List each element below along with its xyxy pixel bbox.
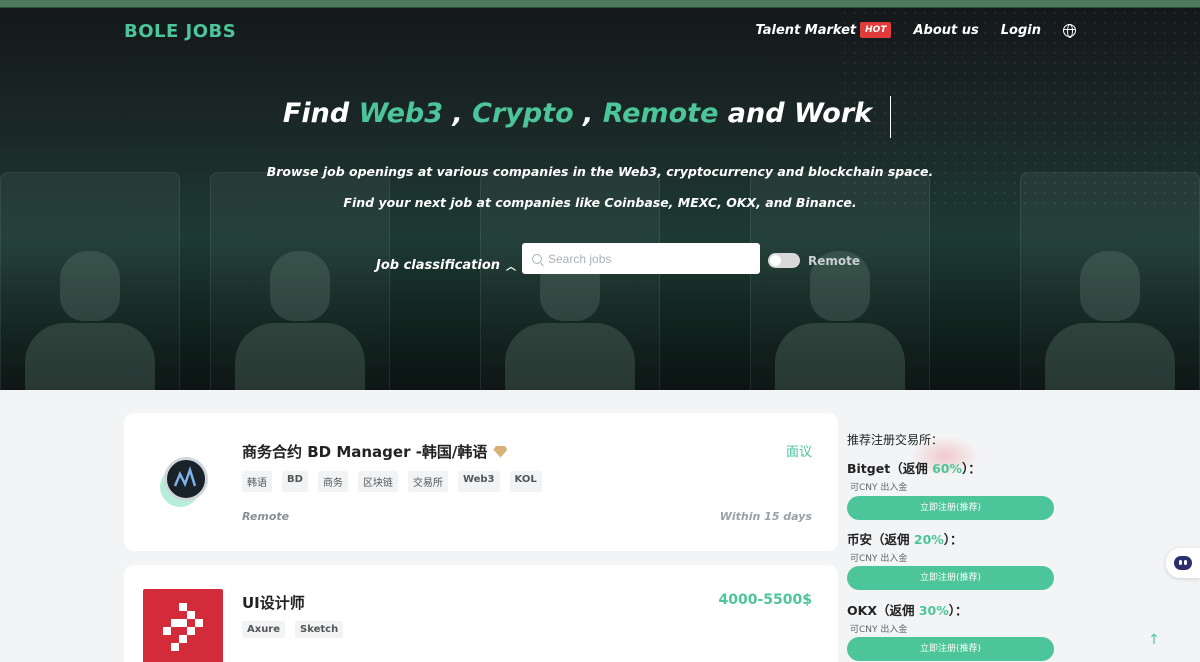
hero-title-web3: Web3 [358, 98, 444, 129]
job-title[interactable]: UI设计师 [242, 592, 305, 613]
nav-talent-market-label: Talent Market [755, 22, 857, 38]
exchange-bitget-name: Bitget（返佣 60%）： [847, 458, 981, 477]
hero-description: Browse job openings at various companies… [266, 164, 934, 210]
job-tag: 商务 [317, 471, 348, 492]
hero-title-crypto: Crypto [472, 98, 574, 129]
person-silhouette-icon [235, 251, 365, 390]
job-title[interactable]: 商务合约 BD Manager -韩国/韩语 [242, 441, 508, 462]
company-logo [164, 457, 208, 501]
hero-silhouette-card [0, 172, 180, 390]
diamond-icon [493, 445, 508, 458]
remote-toggle-label: Remote [808, 254, 861, 268]
job-tag: 韩语 [242, 471, 272, 492]
job-tag: Axure [242, 621, 286, 638]
nav-talent-market[interactable]: Talent Market HOT [755, 22, 892, 38]
hero-silhouette-card [1020, 172, 1200, 390]
exchange-sub-note: 可CNY 出入金 [850, 554, 908, 564]
exchange-name: 币安 [847, 532, 873, 547]
exchange-binance-name: 币安（返佣 20%）： [847, 529, 963, 548]
hero-title-remote: Remote [602, 98, 719, 129]
nav-about-us[interactable]: About us [913, 23, 978, 38]
exchange-rebate-suffix: ）： [961, 461, 981, 476]
job-tags: Axure Sketch [242, 621, 344, 638]
exchange-name: OKX [847, 603, 877, 618]
person-silhouette-icon [1045, 251, 1175, 390]
search-input[interactable] [548, 251, 748, 266]
remote-toggle[interactable] [768, 253, 800, 268]
hero-title-find: Find [282, 98, 350, 129]
job-classification-dropdown[interactable]: Job classification ︿ [376, 258, 516, 273]
job-card[interactable]: 商务合约 BD Manager -韩国/韩语 面议 韩语 BD 商务 区块链 交… [124, 413, 838, 551]
exchange-name: Bitget [847, 461, 891, 476]
register-bitget-button[interactable]: 立即注册(推荐) [847, 496, 1054, 520]
search-icon [532, 253, 542, 264]
job-tag: BD [282, 471, 308, 492]
hero-title: Find Web3 , Crypto , Remote and Work [0, 98, 1155, 129]
pixel-arrow-logo-icon [163, 603, 203, 651]
register-okx-button[interactable]: 立即注册(推荐) [847, 637, 1054, 661]
hero-title-sep: , [452, 98, 463, 129]
hero-title-sep: , [583, 98, 594, 129]
job-salary: 4000-5500$ [718, 592, 812, 608]
toggle-knob [770, 255, 781, 266]
job-classification-label: Job classification [376, 258, 501, 273]
job-location: Remote [242, 510, 290, 523]
browser-top-strip [0, 0, 1200, 8]
chevron-up-icon: ︿ [506, 262, 517, 273]
exchange-rebate-prefix: （返佣 [872, 532, 914, 547]
top-nav: Talent Market HOT About us Login [755, 22, 1076, 38]
exchange-rebate-prefix: （返佣 [876, 603, 919, 618]
robot-icon [1174, 556, 1192, 570]
chat-bot-widget[interactable] [1166, 548, 1200, 578]
register-binance-button[interactable]: 立即注册(推荐) [847, 566, 1054, 590]
pulse-logo-icon [173, 466, 197, 488]
job-tags: 韩语 BD 商务 区块链 交易所 Web3 KOL [242, 471, 542, 492]
exchange-sub-note: 可CNY 出入金 [850, 483, 908, 493]
site-logo[interactable]: BOLE JOBS [124, 21, 236, 42]
job-tag: KOL [509, 471, 542, 492]
job-posted-time: Within 15 days [719, 510, 812, 523]
job-card[interactable]: UI设计师 4000-5500$ Axure Sketch [124, 565, 838, 662]
exchange-rebate-percent: 20% [913, 532, 944, 547]
text-cursor [890, 96, 891, 138]
job-title-text: 商务合约 BD Manager -韩国/韩语 [242, 443, 488, 461]
person-silhouette-icon [775, 251, 905, 390]
job-tag: 交易所 [407, 471, 448, 492]
company-logo [143, 589, 223, 662]
job-tag: Sketch [295, 621, 344, 638]
exchange-okx-name: OKX（返佣 30%）： [847, 600, 968, 619]
hero-title-end: and Work [727, 98, 873, 129]
job-tag: 区块链 [357, 471, 398, 492]
exchange-rebate-suffix: ）： [948, 603, 968, 618]
exchange-rebate-percent: 30% [918, 603, 949, 618]
exchange-rebate-prefix: （返佣 [890, 461, 933, 476]
exchange-sub-note: 可CNY 出入金 [850, 625, 908, 635]
nav-login[interactable]: Login [1001, 23, 1041, 38]
search-box[interactable] [522, 243, 760, 274]
job-tag: Web3 [457, 471, 500, 492]
job-salary: 面议 [785, 445, 812, 460]
globe-icon[interactable] [1063, 23, 1076, 38]
exchange-rebate-percent: 60% [932, 461, 962, 476]
hot-badge: HOT [860, 22, 892, 38]
exchange-list-title: 推荐注册交易所： [847, 433, 944, 447]
exchange-rebate-suffix: ）： [943, 532, 963, 547]
back-to-top-arrow-icon[interactable]: ↑ [1146, 632, 1162, 648]
person-silhouette-icon [25, 251, 155, 390]
